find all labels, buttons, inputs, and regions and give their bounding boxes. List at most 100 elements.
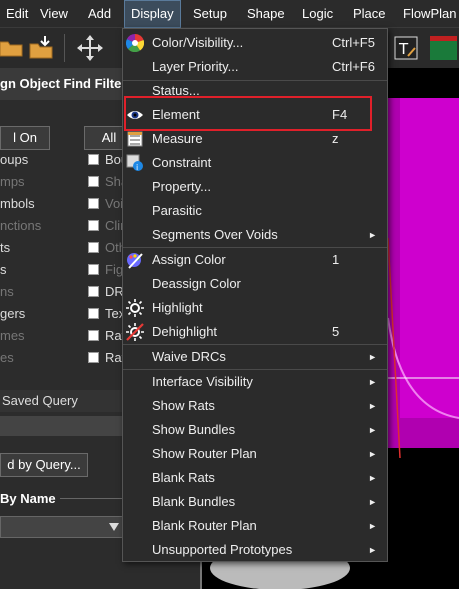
submenu-arrow-icon: ►	[368, 352, 377, 362]
by-name-label: By Name	[0, 491, 60, 506]
menu-item-dehighlight[interactable]: Dehighlight 5	[123, 320, 387, 344]
find-by-query-button[interactable]: d by Query...	[0, 453, 88, 477]
submenu-arrow-icon: ►	[368, 425, 377, 435]
submenu-arrow-icon: ►	[368, 521, 377, 531]
filter-checkbox[interactable]	[88, 352, 99, 363]
submenu-arrow-icon: ►	[368, 401, 377, 411]
menu-flowplan[interactable]: FlowPlan	[397, 0, 459, 28]
filter-checkbox[interactable]	[88, 264, 99, 275]
filter-item-fingers: gers	[0, 306, 26, 321]
chevron-down-icon	[109, 523, 119, 531]
menu-item-unsupported-prototypes[interactable]: Unsupported Prototypes ►	[123, 538, 387, 562]
filter-item-nets: ts	[0, 240, 11, 255]
submenu-arrow-icon: ►	[368, 230, 377, 240]
menu-item-show-router-plan[interactable]: Show Router Plan ►	[123, 442, 387, 466]
text-tool-icon[interactable]: T	[394, 36, 418, 60]
filter-item-voids: Voi	[105, 196, 124, 211]
menu-item-label: Waive DRCs	[152, 349, 226, 364]
menu-item-label: Layer Priority...	[152, 59, 239, 74]
menu-setup[interactable]: Setup	[187, 0, 233, 28]
open-folder-icon[interactable]	[0, 36, 24, 58]
menu-item-shortcut: 1	[332, 252, 340, 267]
menu-item-constraint[interactable]: i Constraint	[123, 151, 387, 175]
menu-item-deassign-color[interactable]: Deassign Color	[123, 272, 387, 296]
menu-item-label: Show Router Plan	[152, 446, 257, 461]
menu-item-label: Blank Bundles	[152, 494, 236, 509]
menu-item-label: Dehighlight	[152, 324, 218, 339]
submenu-arrow-icon: ►	[368, 377, 377, 387]
filter-item-groups: oups	[0, 152, 29, 167]
menu-item-highlight[interactable]: Highlight	[123, 296, 387, 320]
submenu-arrow-icon: ►	[368, 497, 377, 507]
filter-item-pins: s	[0, 262, 7, 277]
highlight-sun-icon	[126, 299, 144, 317]
menu-item-show-bundles[interactable]: Show Bundles ►	[123, 418, 387, 442]
filter-item-comps: mps	[0, 174, 25, 189]
filter-checkbox[interactable]	[88, 154, 99, 165]
menu-item-label: Blank Rats	[152, 470, 215, 485]
color-wheel-icon	[126, 34, 144, 52]
filter-checkbox[interactable]	[88, 286, 99, 297]
filter-item-vias: ns	[0, 284, 14, 299]
menu-item-label: Blank Router Plan	[152, 518, 257, 533]
constraint-icon: i	[126, 154, 143, 172]
pcb-icon[interactable]	[428, 34, 459, 62]
filter-checkbox[interactable]	[88, 176, 99, 187]
menu-edit[interactable]: Edit	[0, 0, 34, 28]
menu-item-interface-visibility[interactable]: Interface Visibility ►	[123, 370, 387, 394]
menu-item-label: Show Rats	[152, 398, 215, 413]
menu-view[interactable]: View	[34, 0, 74, 28]
filter-item-shapes: es	[0, 350, 14, 365]
by-name-dropdown[interactable]	[0, 516, 124, 538]
saved-query-label: Saved Query	[2, 393, 78, 408]
filter-checkbox[interactable]	[88, 220, 99, 231]
move-icon[interactable]	[76, 34, 104, 62]
svg-text:i: i	[136, 163, 138, 172]
menu-item-shortcut: 5	[332, 324, 340, 339]
filter-checkbox[interactable]	[88, 242, 99, 253]
measure-icon	[127, 131, 143, 147]
menu-item-label: Deassign Color	[152, 276, 241, 291]
menu-place[interactable]: Place	[347, 0, 392, 28]
menu-item-property[interactable]: Property...	[123, 175, 387, 199]
filter-checkbox[interactable]	[88, 330, 99, 341]
menu-shape[interactable]: Shape	[241, 0, 291, 28]
filter-item-functions: nctions	[0, 218, 42, 233]
filter-item-figures: Fig	[105, 262, 124, 277]
submenu-arrow-icon: ►	[368, 545, 377, 555]
menu-display[interactable]: Display	[124, 0, 181, 28]
dehighlight-sun-icon	[126, 323, 144, 341]
menu-item-blank-router-plan[interactable]: Blank Router Plan ►	[123, 514, 387, 538]
menu-item-shortcut: Ctrl+F5	[332, 35, 375, 50]
filter-item-frames: mes	[0, 328, 25, 343]
menu-item-label: Constraint	[152, 155, 212, 170]
menu-item-layer-priority[interactable]: Layer Priority... Ctrl+F6	[123, 55, 387, 79]
menu-item-parasitic[interactable]: Parasitic	[123, 199, 387, 223]
paint-icon	[127, 253, 143, 269]
menu-item-shortcut: Ctrl+F6	[332, 59, 375, 74]
menu-item-label: Parasitic	[152, 203, 202, 218]
filter-item-drcs: DR	[105, 284, 124, 299]
save-folder-icon[interactable]	[28, 34, 56, 60]
menu-logic[interactable]: Logic	[296, 0, 339, 28]
menu-item-blank-rats[interactable]: Blank Rats ►	[123, 466, 387, 490]
filter-checkbox[interactable]	[88, 308, 99, 319]
menu-item-blank-bundles[interactable]: Blank Bundles ►	[123, 490, 387, 514]
menu-item-label: Assign Color	[152, 252, 226, 267]
menu-item-label: Property...	[152, 179, 212, 194]
all-on-button[interactable]: l On	[0, 126, 50, 150]
menu-bar: Edit View Add Display Setup Shape Logic …	[0, 0, 459, 28]
element-highlight-box	[124, 96, 372, 131]
menu-item-color-visibility[interactable]: Color/Visibility... Ctrl+F5	[123, 31, 387, 55]
filter-item-symbols: mbols	[0, 196, 35, 211]
toolbar-divider	[64, 34, 65, 62]
filter-checkbox[interactable]	[88, 198, 99, 209]
menu-item-label: Segments Over Voids	[152, 227, 278, 242]
menu-item-segments-over-voids[interactable]: Segments Over Voids ►	[123, 223, 387, 247]
menu-add[interactable]: Add	[82, 0, 117, 28]
menu-item-show-rats[interactable]: Show Rats ►	[123, 394, 387, 418]
menu-item-label: Show Bundles	[152, 422, 236, 437]
menu-item-waive-drcs[interactable]: Waive DRCs ►	[123, 345, 387, 369]
menu-item-assign-color[interactable]: Assign Color 1	[123, 248, 387, 272]
menu-item-label: Unsupported Prototypes	[152, 542, 293, 557]
